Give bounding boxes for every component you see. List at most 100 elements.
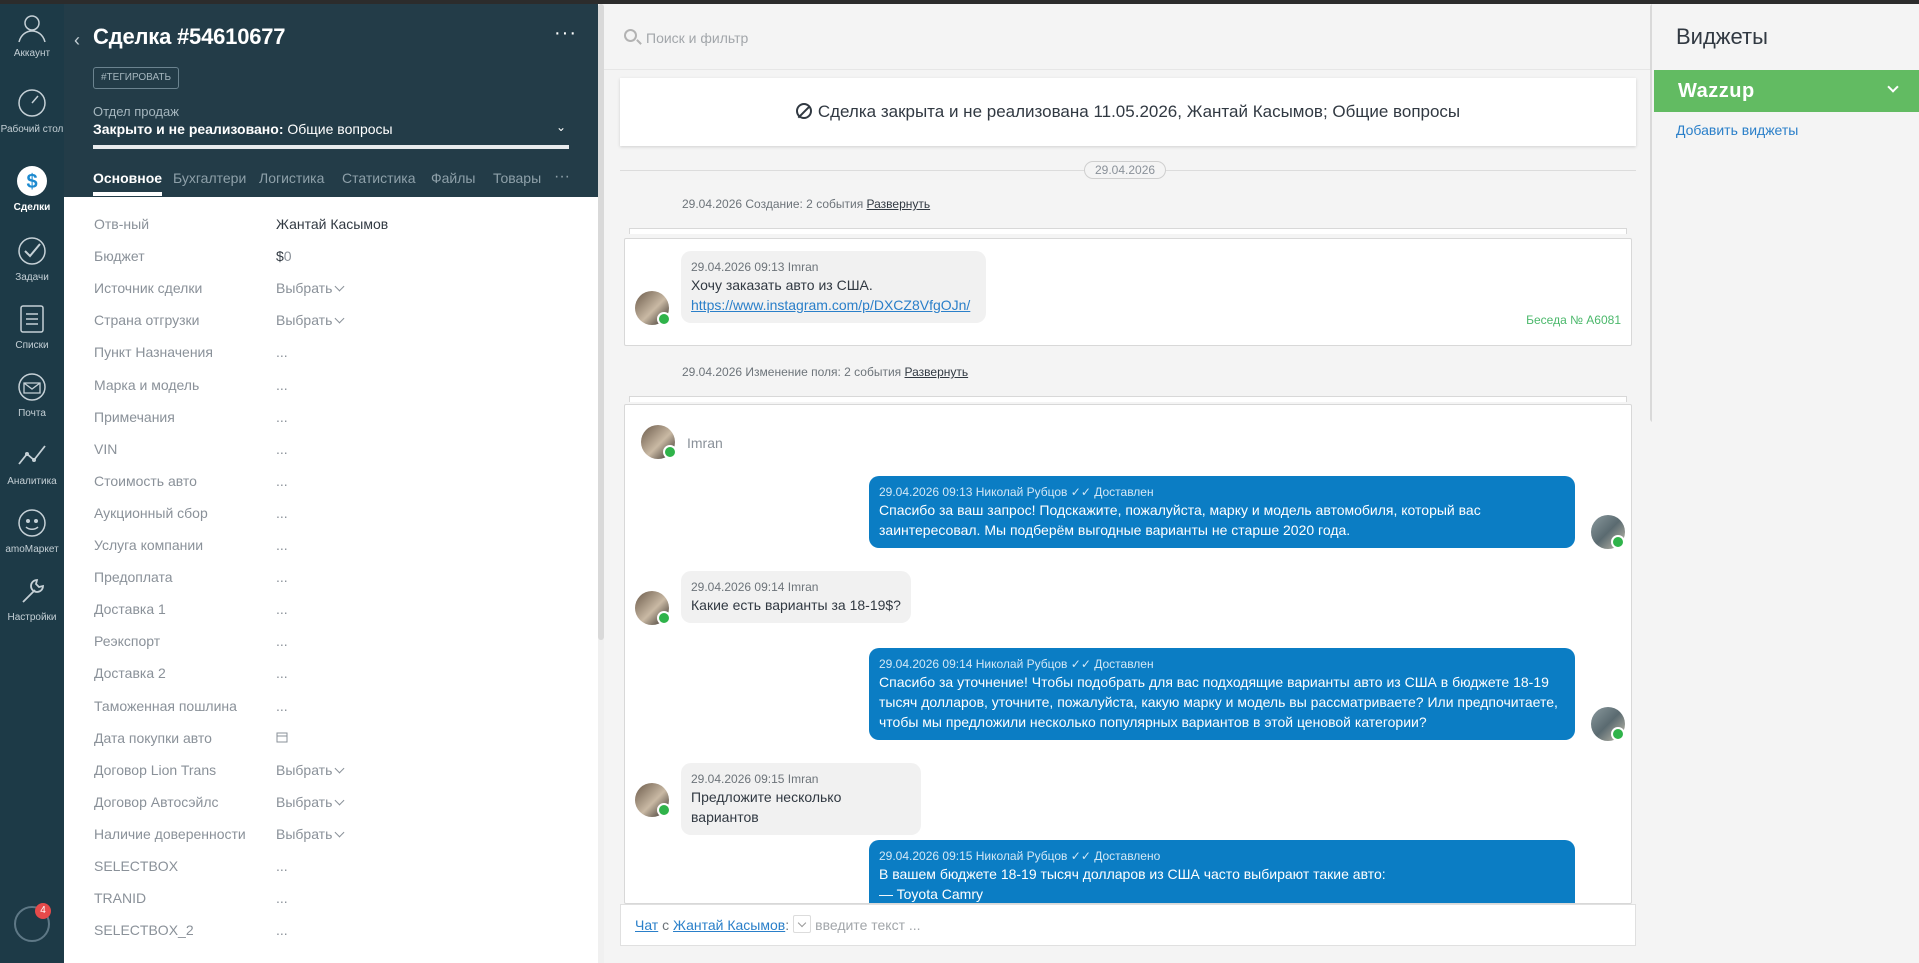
notification-badge: 4 [35,903,51,919]
tabs-more-icon[interactable]: ··· [554,168,570,186]
field-value[interactable]: ... [276,473,288,489]
field-value[interactable]: ... [276,505,288,521]
field-label: VIN [94,440,118,457]
message-meta: 29.04.2026 09:15 Николай Рубцов ✓✓ Доста… [879,849,1161,863]
nav-label: Почта [18,408,46,419]
field-select[interactable]: Выбрать [276,826,345,842]
dashboard-icon [18,89,46,117]
message-card: 29.04.2026 09:13 Imran Хочу заказать авт… [624,238,1632,346]
field-select[interactable]: Выбрать [276,794,345,810]
nav-mail[interactable]: Почта [0,370,64,420]
field-value[interactable]: ... [276,601,288,617]
date-pill: 29.04.2026 [1084,161,1167,179]
status-bold: Закрыто и не реализовано: [93,121,284,137]
field-value-text: ... [276,344,288,361]
chevron-down-icon[interactable] [1887,81,1899,93]
message-meta: 29.04.2026 09:13 Imran [691,260,819,274]
nav-market[interactable]: amoМаркет [0,506,64,556]
deal-field: SELECTBOX... [64,858,598,890]
field-label: Договор Lion Trans [94,761,217,778]
deal-title[interactable]: Сделка #54610677 [93,24,286,50]
field-value-text: ... [276,697,288,714]
field-select[interactable]: Выбрать [276,280,345,296]
nav-analytics[interactable]: Аналитика [0,438,64,488]
nav-account[interactable]: Аккаунт [0,10,64,60]
wazzup-widget[interactable]: Wazzup [1654,70,1919,112]
tab-main[interactable]: Основное [93,170,163,196]
outgoing-message: 29.04.2026 09:14 Николай Рубцов ✓✓ Доста… [869,648,1575,740]
tab-accounting[interactable]: Бухгалтери [173,170,246,186]
nav-settings[interactable]: Настройки [0,574,64,624]
field-value[interactable]: ... [276,633,288,649]
field-label: Предоплата [94,569,173,586]
field-label: Таможенная пошлина [94,697,237,714]
incoming-message: 29.04.2026 09:14 Imran Какие есть вариан… [681,571,911,623]
expand-link[interactable]: Развернуть [867,197,931,211]
chat-contact-link[interactable]: Жантай Касымов [673,917,785,933]
conversation-number[interactable]: Беседа № A6081 [1526,313,1621,327]
deal-field: Страна отгрузки Выбрать [64,312,598,344]
more-icon[interactable]: ··· [554,22,577,45]
widgets-title: Виджеты [1676,24,1768,49]
card-stack-edge [629,228,1627,234]
top-border [0,0,1919,4]
field-value[interactable]: ... [276,665,288,681]
tab-files[interactable]: Файлы [431,170,475,186]
field-value[interactable]: ... [276,890,288,906]
deal-field: Пункт Назначения... [64,344,598,376]
field-label: Наличие доверенности [94,825,246,842]
field-value[interactable]: ... [276,922,288,938]
deals-icon: $ [17,166,47,196]
calendar-icon [276,732,288,743]
chevron-down-icon[interactable]: ⌄ [556,120,566,134]
whatsapp-icon [657,803,671,817]
field-value[interactable]: ... [276,441,288,457]
nav-deals[interactable]: $ Сделки [0,164,64,214]
field-select[interactable]: Выбрать [276,312,345,328]
field-label: Услуга компании [94,537,204,553]
nav-label: Списки [15,340,49,351]
nav-tasks[interactable]: Задачи [0,234,64,284]
tab-statistics[interactable]: Статистика [342,170,416,186]
chat-type-link[interactable]: Чат [635,917,658,933]
field-label: Марка и модель [94,376,200,393]
expand-link[interactable]: Развернуть [905,365,969,379]
field-value-text: ... [276,376,288,393]
back-chevron-icon[interactable]: ‹ [74,30,80,51]
market-icon [18,509,46,537]
nav-dashboard[interactable]: Рабочий стол [0,86,64,136]
field-value-text: ... [276,504,288,521]
message-link[interactable]: https://www.instagram.com/p/DXCZ8VfgOJn/ [691,297,970,313]
field-value-text: ... [276,569,288,586]
field-label: Источник сделки [94,280,203,297]
closed-banner-text: Сделка закрыта и не реализована 11.05.20… [817,102,1461,121]
field-value[interactable]: $0 [276,248,292,264]
field-value[interactable]: Жантай Касымов [276,216,388,232]
field-value[interactable]: ... [276,537,288,553]
whatsapp-icon [1611,535,1625,549]
field-label: Реэкспорт [94,633,161,650]
nav-lists[interactable]: Списки [0,302,64,352]
event-text: 29.04.2026 Создание: 2 события [682,197,867,211]
tab-logistics[interactable]: Логистика [259,170,324,186]
tag-button[interactable]: #ТЕГИРОВАТЬ [93,67,180,89]
recipient-dropdown[interactable] [793,915,812,934]
field-value[interactable]: ... [276,858,288,874]
pipeline-status[interactable]: Закрыто и не реализовано: Общие вопросы [93,121,393,137]
deal-field: Предоплата... [64,569,598,601]
field-value[interactable]: ... [276,698,288,714]
field-date[interactable] [276,730,288,746]
field-value[interactable]: ... [276,377,288,393]
deal-field: Наличие доверенности Выбрать [64,826,598,858]
deal-field: Договор Автосэйлс Выбрать [64,794,598,826]
field-select[interactable]: Выбрать [276,762,345,778]
field-value[interactable]: ... [276,409,288,425]
search-input[interactable] [646,28,1446,48]
nav-label: Аккаунт [13,48,51,59]
add-widgets-link[interactable]: Добавить виджеты [1676,122,1798,138]
message-text: Хочу заказать авто из США. [691,277,873,293]
chat-input[interactable] [815,917,1416,933]
field-value[interactable]: ... [276,344,288,360]
field-value[interactable]: ... [276,569,288,585]
tab-products[interactable]: Товары [493,170,541,186]
